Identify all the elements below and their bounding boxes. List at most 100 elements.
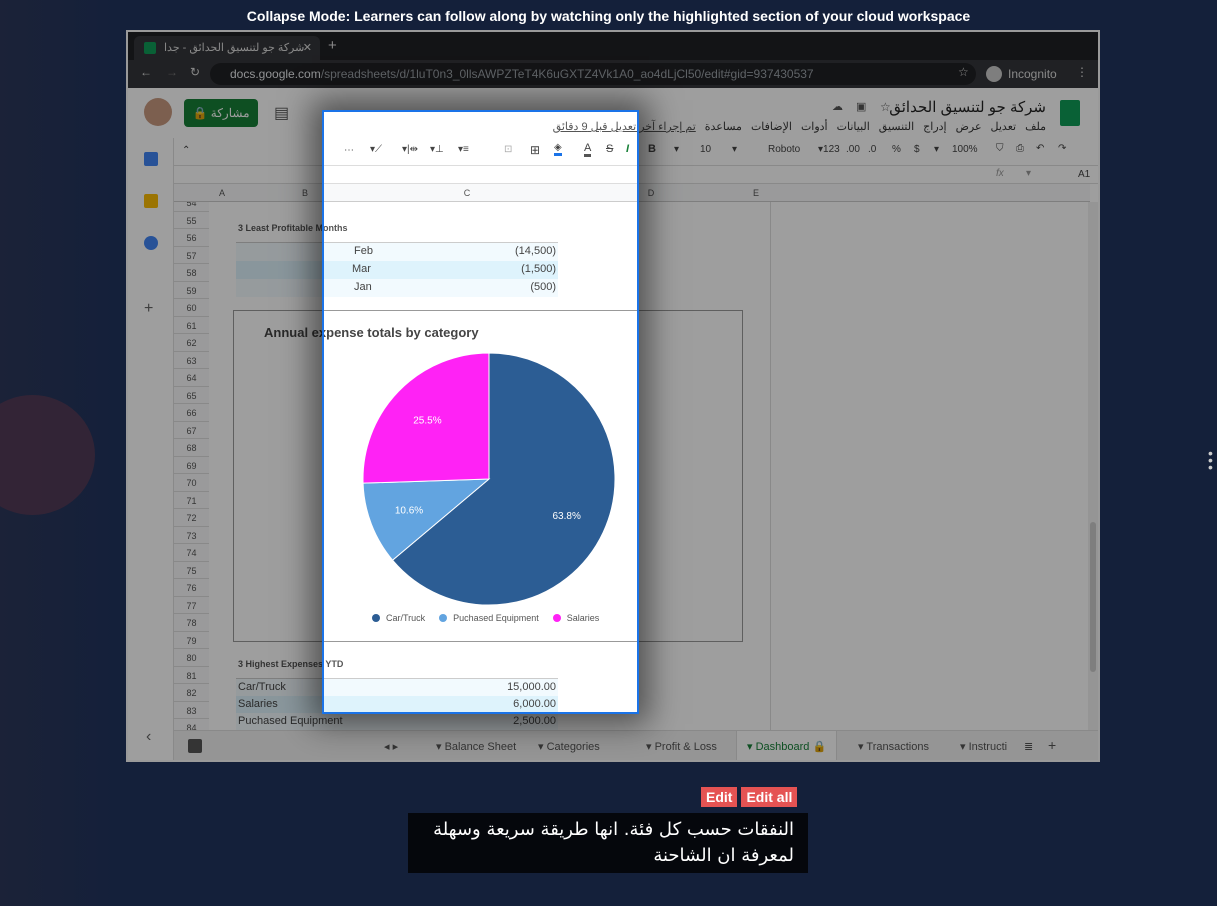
menu-data[interactable]: البيانات: [837, 120, 870, 133]
row-header[interactable]: 83: [174, 701, 209, 719]
comments-icon[interactable]: ▤: [274, 103, 289, 123]
close-tab-icon[interactable]: ✕: [303, 41, 312, 54]
sheet-tab-categories[interactable]: ▾ Categories: [538, 731, 600, 753]
menu-file[interactable]: ملف: [1025, 120, 1046, 133]
add-addon-icon[interactable]: +: [144, 300, 153, 318]
new-tab-icon[interactable]: +: [328, 37, 337, 54]
menu-edit[interactable]: تعديل: [991, 120, 1017, 133]
vertical-align-icon[interactable]: ▾⊥: [430, 144, 444, 155]
subtitle-caption[interactable]: النفقات حسب كل فئة. انها طريقة سريعة وسه…: [408, 813, 808, 873]
row-header[interactable]: 82: [174, 684, 209, 702]
forward-icon[interactable]: →: [166, 65, 178, 79]
row-header[interactable]: 57: [174, 246, 209, 264]
menu-tools[interactable]: أدوات: [801, 120, 828, 133]
collapse-panel-icon[interactable]: ‹: [146, 728, 151, 746]
sheet-tab-balance-sheet[interactable]: ▾ Balance Sheet: [436, 731, 516, 753]
print-icon[interactable]: ⎙: [1016, 143, 1024, 154]
text-color-icon[interactable]: A: [584, 142, 592, 157]
row-header[interactable]: 69: [174, 456, 209, 474]
row-header[interactable]: 62: [174, 334, 209, 352]
last-edit-link[interactable]: تم إجراء آخر تعديل قبل 9 دقائق: [553, 120, 696, 133]
row-header[interactable]: 75: [174, 561, 209, 579]
table-row[interactable]: Salaries 6,000.00: [236, 696, 558, 713]
legend-item-salaries[interactable]: Salaries: [552, 613, 599, 623]
decrease-decimal-button[interactable]: .0: [868, 144, 876, 155]
legend-item-car-truck[interactable]: Car/Truck: [372, 613, 425, 623]
range-dropdown-icon[interactable]: ▾: [1026, 168, 1031, 179]
document-title[interactable]: شركة جو لتنسيق الحدائق: [889, 98, 1046, 116]
table-row[interactable]: Jan (500): [236, 279, 558, 297]
sheet-tab-transactions[interactable]: ▾ Transactions: [858, 731, 929, 753]
font-size-field[interactable]: 10: [700, 144, 711, 155]
sheet-tab-dashboard[interactable]: ▾ Dashboard 🔒: [736, 731, 838, 760]
row-header[interactable]: 60: [174, 299, 209, 317]
row-header[interactable]: 58: [174, 264, 209, 282]
scroll-tabs-left-icon[interactable]: ◂ ▸: [384, 731, 398, 753]
row-header[interactable]: 61: [174, 316, 209, 334]
text-wrap-icon[interactable]: ▾|⇹: [402, 144, 418, 155]
menu-insert[interactable]: إدراج: [923, 120, 946, 133]
column-header-a[interactable]: A: [209, 188, 235, 198]
bold-icon[interactable]: B: [648, 143, 656, 155]
add-sheet-icon[interactable]: +: [1048, 731, 1056, 753]
row-header[interactable]: 71: [174, 491, 209, 509]
row-header[interactable]: 63: [174, 351, 209, 369]
row-header[interactable]: 67: [174, 421, 209, 439]
tasks-icon[interactable]: [144, 236, 158, 250]
row-header[interactable]: 72: [174, 509, 209, 527]
edit-all-button[interactable]: Edit all: [741, 787, 798, 807]
row-header[interactable]: 80: [174, 649, 209, 667]
row-header[interactable]: 76: [174, 579, 209, 597]
menu-help[interactable]: مساعدة: [705, 120, 742, 133]
explore-icon[interactable]: [188, 739, 202, 753]
row-header[interactable]: 64: [174, 369, 209, 387]
row-header[interactable]: 84: [174, 719, 209, 730]
row-header[interactable]: 55: [174, 211, 209, 229]
row-header[interactable]: 68: [174, 439, 209, 457]
back-icon[interactable]: ←: [140, 65, 152, 79]
more-formats-button[interactable]: ▾123: [818, 144, 840, 155]
row-header[interactable]: 77: [174, 596, 209, 614]
increase-decimal-button[interactable]: .00: [846, 144, 860, 155]
url-input[interactable]: docs.google.com/spreadsheets/d/1luT0n3_0…: [210, 63, 976, 85]
row-header[interactable]: 56: [174, 229, 209, 247]
fill-color-icon[interactable]: ◈: [554, 142, 562, 156]
row-header[interactable]: 79: [174, 631, 209, 649]
column-header-b[interactable]: B: [235, 188, 375, 198]
table-row[interactable]: Puchased Equipment 2,500.00: [236, 713, 558, 730]
row-header[interactable]: 66: [174, 404, 209, 422]
more-tools-button[interactable]: ⋯: [344, 145, 354, 156]
calendar-icon[interactable]: [144, 152, 158, 166]
percent-format-button[interactable]: %: [892, 144, 901, 155]
menu-addons[interactable]: الإضافات: [751, 120, 792, 133]
row-header[interactable]: 78: [174, 614, 209, 632]
undo-icon[interactable]: ↶: [1036, 143, 1044, 154]
menu-view[interactable]: عرض: [956, 120, 982, 133]
row-header[interactable]: 73: [174, 526, 209, 544]
table-row[interactable]: Car/Truck 15,000.00: [236, 679, 558, 696]
italic-icon[interactable]: I: [626, 143, 629, 155]
share-button[interactable]: 🔒 مشاركة: [184, 99, 258, 127]
row-header[interactable]: 65: [174, 386, 209, 404]
edit-button[interactable]: Edit: [701, 787, 738, 807]
sheet-tab-profit-loss[interactable]: ▾ Profit & Loss: [646, 731, 717, 753]
font-family-select[interactable]: Roboto: [768, 144, 800, 155]
row-header[interactable]: 81: [174, 666, 209, 684]
pie-chart[interactable]: Annual expense totals by category 63.8% 1…: [233, 310, 743, 642]
all-sheets-icon[interactable]: ≣: [1024, 731, 1033, 753]
merge-cells-icon[interactable]: ⊡: [504, 144, 512, 155]
browser-menu-icon[interactable]: ⋮: [1076, 65, 1088, 79]
column-header-e[interactable]: E: [743, 188, 769, 198]
name-box[interactable]: A1: [1078, 169, 1090, 180]
menu-format[interactable]: التنسيق: [879, 120, 914, 133]
star-icon[interactable]: ☆: [880, 100, 891, 114]
row-header[interactable]: 54: [174, 202, 209, 212]
zoom-select[interactable]: 100%: [952, 144, 978, 155]
legend-item-purchased-equipment[interactable]: Puchased Equipment: [439, 613, 539, 623]
collapse-menu-icon[interactable]: ⌃: [182, 145, 190, 156]
zoom-dropdown-icon[interactable]: ▾: [934, 144, 939, 155]
table-row[interactable]: Feb (14,500): [236, 243, 558, 261]
column-header-c[interactable]: C: [375, 188, 559, 198]
row-header[interactable]: 74: [174, 544, 209, 562]
keep-icon[interactable]: [144, 194, 158, 208]
